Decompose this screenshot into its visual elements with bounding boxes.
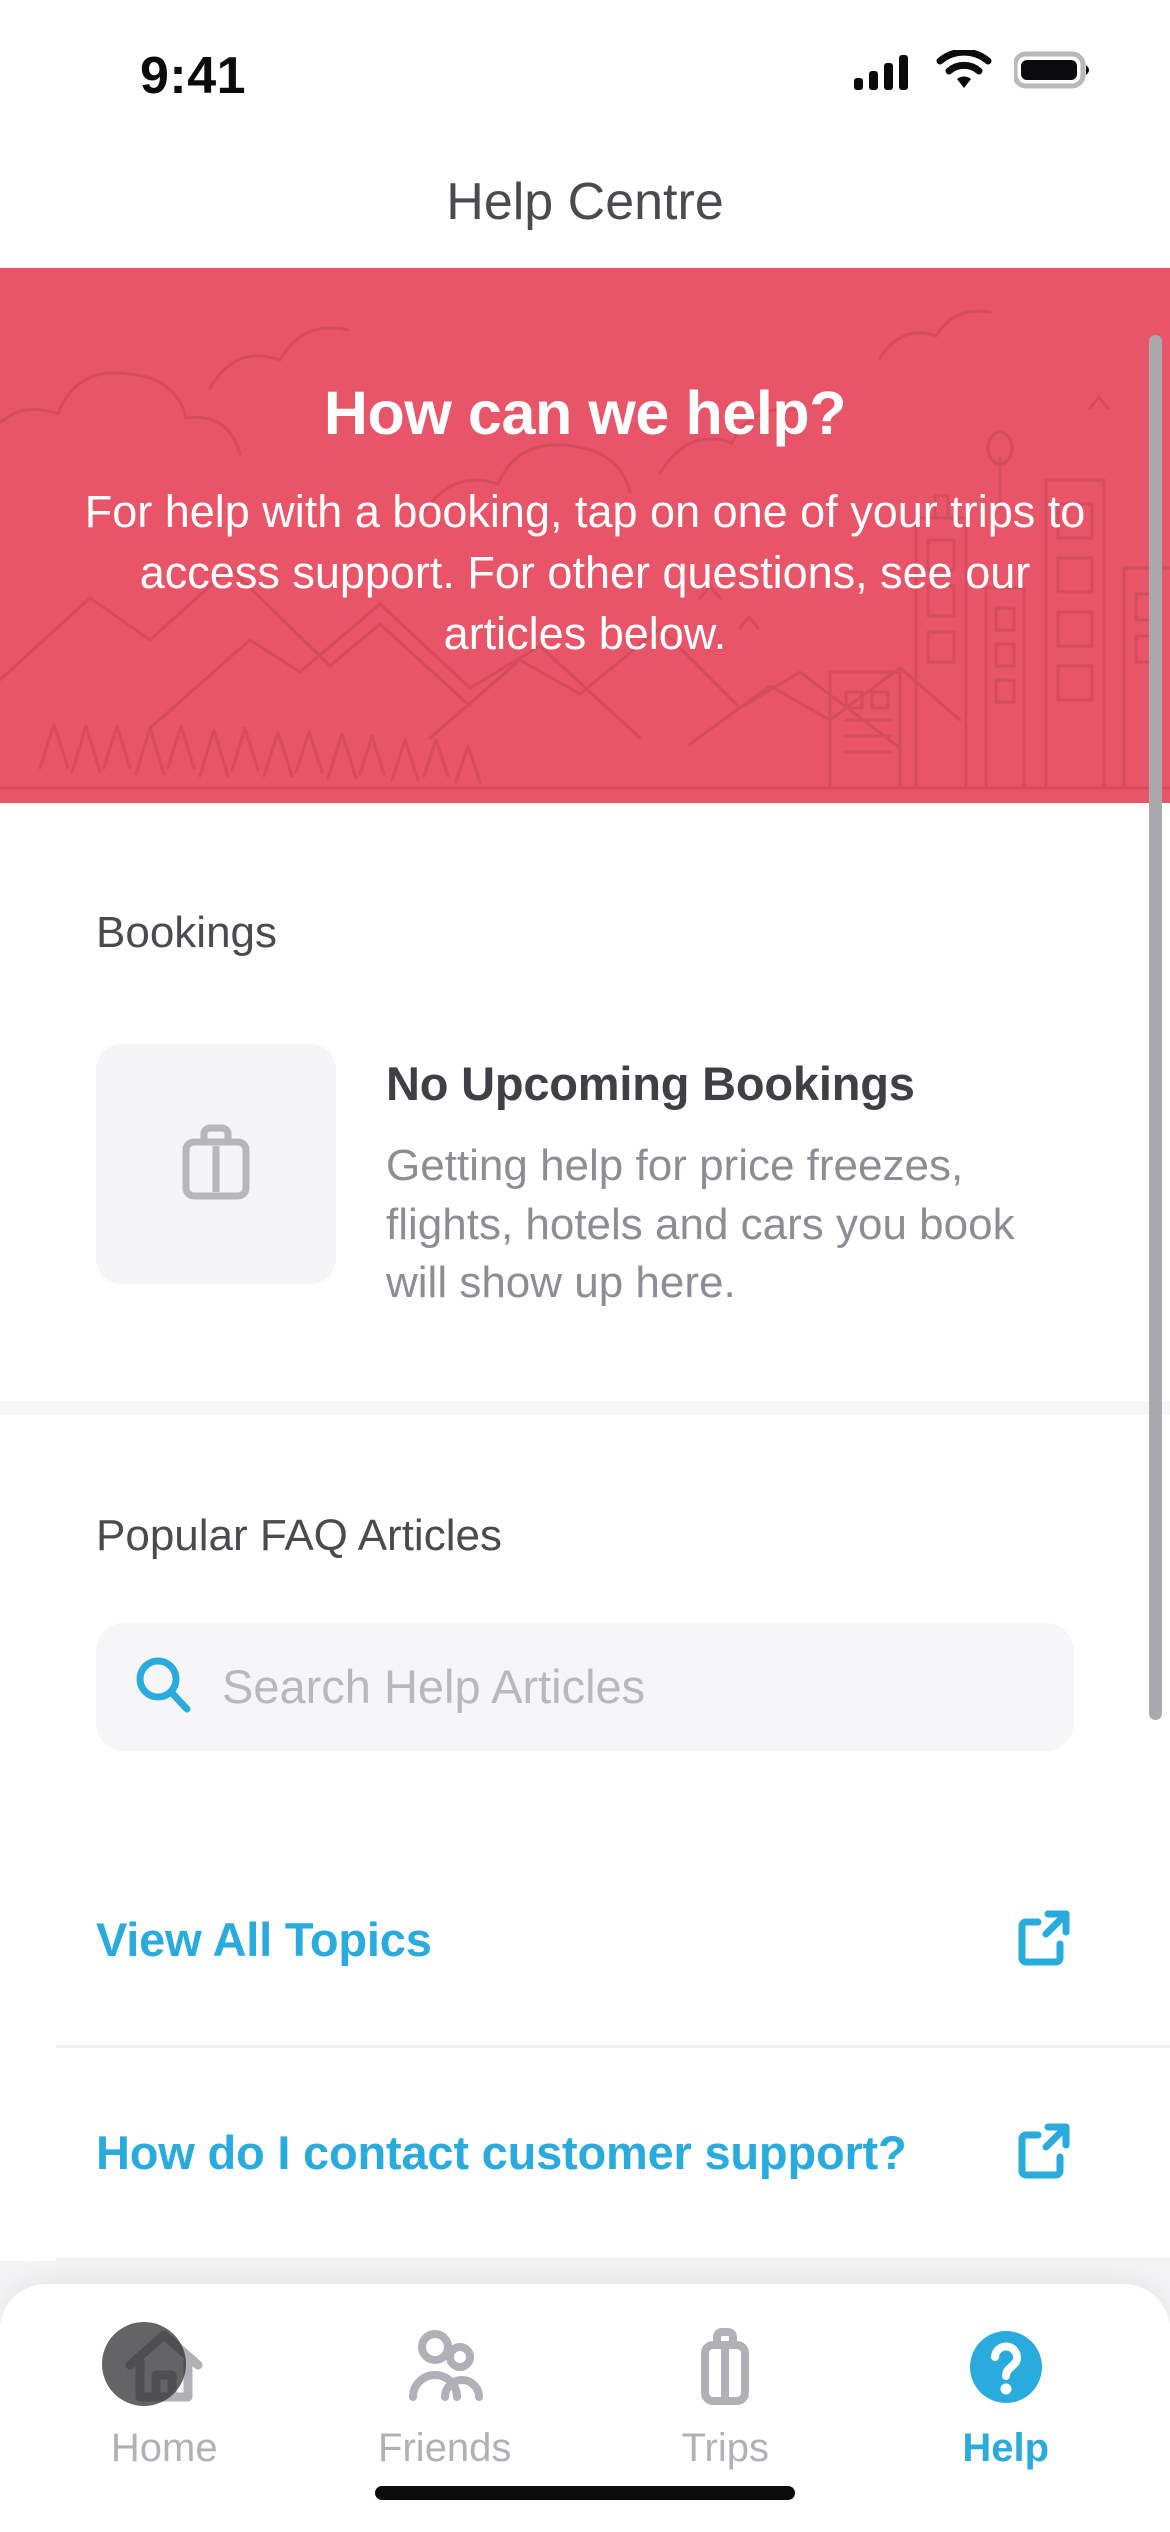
- no-upcoming-bookings-card[interactable]: No Upcoming Bookings Getting help for pr…: [96, 1044, 1074, 1313]
- status-bar-icons: [854, 48, 1092, 95]
- booking-thumbnail: [96, 1044, 336, 1284]
- tab-help[interactable]: Help: [866, 2284, 1147, 2484]
- wifi-icon: [936, 48, 992, 95]
- content-sheet: Bookings No Upcoming Bookings Getting he…: [0, 803, 1170, 2261]
- vertical-scrollbar[interactable]: [1149, 335, 1162, 1720]
- search-icon: [132, 1653, 194, 1720]
- navigation-bar: Help Centre: [0, 158, 1170, 268]
- booking-empty-title: No Upcoming Bookings: [386, 1057, 915, 1110]
- booking-empty-description: Getting help for price freezes, flights,…: [386, 1141, 1015, 1308]
- home-indicator: [375, 2486, 795, 2500]
- briefcase-icon: [170, 1116, 262, 1213]
- home-icon: [102, 2320, 212, 2414]
- bottom-tab-bar: Home Friends Trips Help: [0, 2284, 1170, 2532]
- contact-customer-support-label: How do I contact customer support?: [96, 2126, 907, 2180]
- hero-subtitle: For help with a booking, tap on one of y…: [84, 486, 1086, 659]
- section-divider: [0, 1400, 1170, 1415]
- tab-trips[interactable]: Trips: [585, 2284, 866, 2484]
- phone-screen: 9:41 Help Centre How can we help? For he…: [0, 0, 1170, 2532]
- status-bar: 9:41: [0, 0, 1170, 158]
- battery-full-icon: [1012, 50, 1092, 95]
- contact-customer-support-link[interactable]: How do I contact customer support?: [0, 2048, 1170, 2258]
- tab-friends-label: Friends: [378, 2426, 512, 2470]
- question-mark-circle-icon: [958, 2320, 1054, 2414]
- faq-section-title: Popular FAQ Articles: [96, 1510, 502, 1560]
- search-help-articles-field[interactable]: Search Help Articles: [96, 1622, 1074, 1751]
- external-link-icon: [1012, 1906, 1074, 1973]
- tab-trips-label: Trips: [681, 2426, 769, 2470]
- faq-section: Popular FAQ Articles Search Help Article…: [0, 1414, 1170, 2261]
- tab-home-label: Home: [110, 2426, 218, 2470]
- tab-friends[interactable]: Friends: [305, 2284, 586, 2484]
- hero-title: How can we help?: [323, 379, 847, 447]
- search-input-placeholder: Search Help Articles: [222, 1660, 646, 1714]
- friends-icon: [397, 2320, 493, 2414]
- tab-help-label: Help: [962, 2426, 1050, 2470]
- tab-home[interactable]: Home: [24, 2284, 305, 2484]
- touch-pointer-indicator: [102, 2322, 187, 2406]
- cellular-signal-icon: [854, 50, 914, 95]
- bookings-section-title: Bookings: [96, 908, 278, 957]
- status-bar-time: 9:41: [140, 47, 247, 105]
- hero-banner: How can we help? For help with a booking…: [0, 268, 1170, 803]
- external-link-icon: [1012, 2119, 1074, 2186]
- view-all-topics-label: View All Topics: [96, 1913, 432, 1967]
- page-title: Help Centre: [446, 173, 724, 231]
- briefcase-icon: [677, 2320, 773, 2414]
- bookings-section: Bookings No Upcoming Bookings Getting he…: [0, 803, 1170, 1401]
- view-all-topics-link[interactable]: View All Topics: [0, 1835, 1170, 2045]
- booking-text-block: No Upcoming Bookings Getting help for pr…: [386, 1044, 1074, 1313]
- link-row-divider: [56, 2257, 1170, 2261]
